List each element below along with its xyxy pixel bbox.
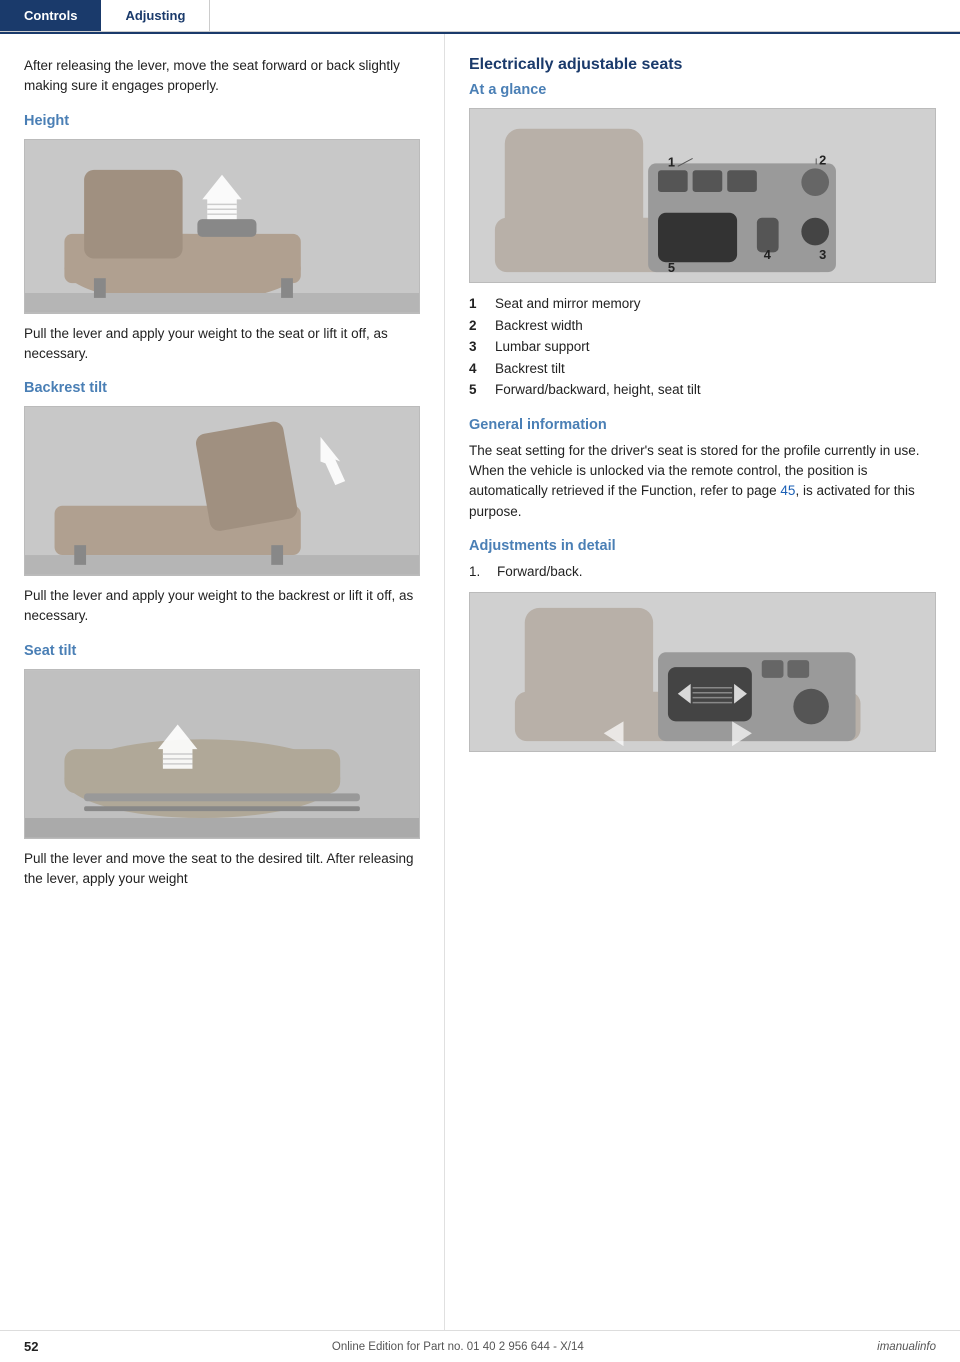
adjustment-item-1: 1. Forward/back. <box>469 562 936 582</box>
electric-seat-diagram: 1 2 3 4 5 <box>469 108 936 283</box>
height-caption: Pull the lever and apply your weight to … <box>24 324 420 365</box>
footer-logo: imanualinfo <box>877 1341 936 1353</box>
section-glance-heading: At a glance <box>469 82 936 98</box>
height-image <box>24 139 420 314</box>
svg-text:3: 3 <box>819 247 826 262</box>
svg-text:4: 4 <box>764 247 772 262</box>
svg-text:2: 2 <box>819 152 826 167</box>
list-item-2: 2 Backrest width <box>469 315 936 337</box>
page-header: Controls Adjusting <box>0 0 960 32</box>
svg-text:5: 5 <box>668 260 675 275</box>
general-info-text: The seat setting for the driver's seat i… <box>469 441 936 522</box>
section-adjustments-heading: Adjustments in detail <box>469 538 936 554</box>
page-number: 52 <box>24 1339 38 1354</box>
intro-text: After releasing the lever, move the seat… <box>24 56 420 97</box>
section-general-heading: General information <box>469 417 936 433</box>
backrest-caption: Pull the lever and apply your weight to … <box>24 586 420 627</box>
main-content: After releasing the lever, move the seat… <box>0 34 960 1330</box>
section-seat-tilt-heading: Seat tilt <box>24 643 420 659</box>
seat-tilt-caption: Pull the lever and move the seat to the … <box>24 849 420 890</box>
main-title: Electrically adjustable seats <box>469 56 936 74</box>
tab-adjusting[interactable]: Adjusting <box>101 0 210 31</box>
list-item-5: 5 Forward/backward, height, seat tilt <box>469 379 936 401</box>
list-item-3: 3 Lumbar support <box>469 336 936 358</box>
adjustments-list: 1. Forward/back. <box>469 562 936 582</box>
page-footer: 52 Online Edition for Part no. 01 40 2 9… <box>0 1330 960 1362</box>
list-item-4: 4 Backrest tilt <box>469 358 936 380</box>
seat-tilt-image <box>24 669 420 839</box>
tab-controls-label: Controls <box>24 8 77 23</box>
backrest-image <box>24 406 420 576</box>
right-column: Electrically adjustable seats At a glanc… <box>445 34 960 1330</box>
list-item-1: 1 Seat and mirror memory <box>469 293 936 315</box>
glance-list: 1 Seat and mirror memory 2 Backrest widt… <box>469 293 936 401</box>
forward-back-diagram <box>469 592 936 752</box>
page-wrapper: Controls Adjusting After releasing the l… <box>0 0 960 1330</box>
section-height-heading: Height <box>24 113 420 129</box>
footer-center: Online Edition for Part no. 01 40 2 956 … <box>332 1341 584 1353</box>
svg-text:1: 1 <box>668 154 675 169</box>
page-link[interactable]: 45 <box>780 483 795 498</box>
section-backrest-heading: Backrest tilt <box>24 380 420 396</box>
left-column: After releasing the lever, move the seat… <box>0 34 445 1330</box>
tab-controls[interactable]: Controls <box>0 0 101 31</box>
tab-adjusting-label: Adjusting <box>125 8 185 23</box>
